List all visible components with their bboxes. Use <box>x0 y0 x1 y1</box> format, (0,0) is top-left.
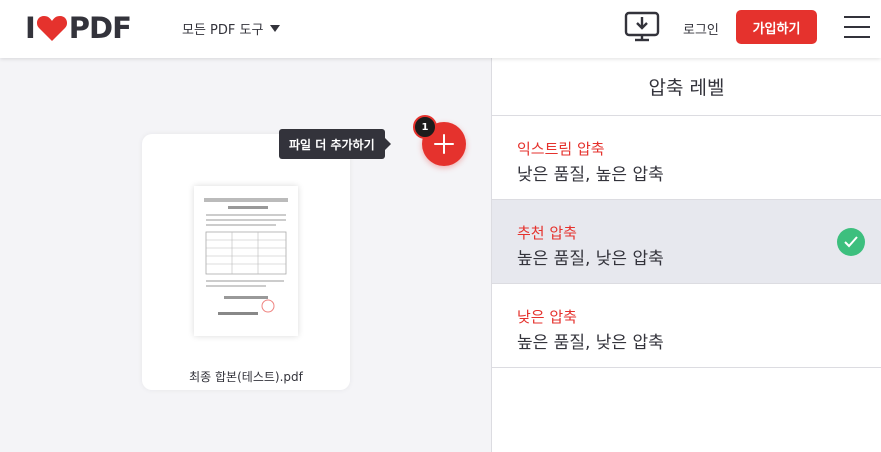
top-header: I PDF 모든 PDF 도구 로그인 가입하기 <box>0 0 881 58</box>
file-count-badge: 1 <box>413 115 437 139</box>
option-title: 익스트림 압축 <box>517 140 605 158</box>
compression-panel: 압축 레벨 익스트림 압축 낮은 품질, 높은 압축 추천 압축 높은 품질, … <box>491 58 881 452</box>
logo-text-pdf: PDF <box>68 11 132 45</box>
option-extreme-compression[interactable]: 익스트림 압축 낮은 품질, 높은 압축 <box>492 116 881 200</box>
heart-icon <box>36 16 67 41</box>
file-workspace: 최종 합본(테스트).pdf 파일 더 추가하기 1 <box>0 58 491 452</box>
file-card[interactable]: 최종 합본(테스트).pdf <box>142 134 350 390</box>
check-icon <box>837 228 865 256</box>
ilovepdf-logo[interactable]: I PDF <box>25 11 132 45</box>
desktop-download-icon[interactable] <box>624 11 660 43</box>
option-low-compression[interactable]: 낮은 압축 높은 품질, 낮은 압축 <box>492 284 881 368</box>
all-tools-label: 모든 PDF 도구 <box>182 23 264 38</box>
pdf-thumbnail <box>194 186 298 336</box>
add-more-files-tooltip: 파일 더 추가하기 <box>279 129 391 159</box>
document-preview-icon <box>204 198 288 315</box>
caret-down-icon <box>270 25 281 32</box>
option-description: 낮은 품질, 높은 압축 <box>517 165 664 185</box>
panel-title: 압축 레벨 <box>492 58 881 116</box>
option-title: 추천 압축 <box>517 224 577 242</box>
option-description: 높은 품질, 낮은 압축 <box>517 333 664 353</box>
hamburger-menu-icon[interactable] <box>844 16 870 38</box>
signup-button[interactable]: 가입하기 <box>736 10 817 44</box>
all-tools-menu[interactable]: 모든 PDF 도구 <box>182 19 281 38</box>
logo-text-i: I <box>25 11 36 45</box>
file-name-label: 최종 합본(테스트).pdf <box>189 370 303 384</box>
option-title: 낮은 압축 <box>517 308 577 326</box>
login-link[interactable]: 로그인 <box>683 19 719 38</box>
option-recommended-compression[interactable]: 추천 압축 높은 품질, 낮은 압축 <box>492 200 881 284</box>
option-description: 높은 품질, 낮은 압축 <box>517 249 664 269</box>
